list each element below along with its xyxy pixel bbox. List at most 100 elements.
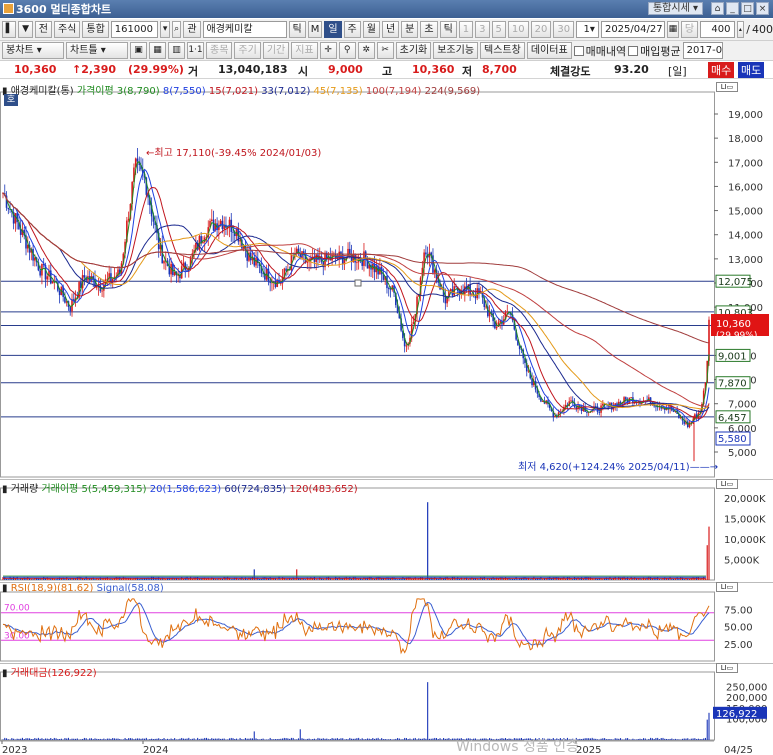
chart-type-label: 봉차트 xyxy=(6,45,34,56)
amount-legend-name[interactable]: 거래대금(126,922) xyxy=(11,668,97,679)
candle-body xyxy=(101,290,103,292)
grid-view-icon[interactable]: ▦ xyxy=(149,42,166,59)
main-legend: ▮ 애경케미칼(통) 가격이평 3(8,790) 8(7,550) 15(7,0… xyxy=(2,82,480,97)
layout-toggle-icon[interactable]: ▌ xyxy=(2,21,17,38)
link-icon[interactable]: ⌂ xyxy=(711,2,724,15)
code-search-icon[interactable]: ⌕ xyxy=(171,21,182,38)
single-view-icon[interactable]: ▣ xyxy=(130,42,147,59)
legend-ma33[interactable]: 33(7,012) xyxy=(261,86,310,97)
chart-area[interactable]: 19,000 18,000 17,000 16,000 15,000 14,000 13,0… xyxy=(0,80,773,755)
cycle-compare-button[interactable]: 주기 xyxy=(234,42,261,59)
period-M-button[interactable]: M xyxy=(307,21,323,38)
chart-frame-select[interactable]: 차트틀 ▾ xyxy=(66,42,128,59)
right-date-input[interactable]: 2017-01 xyxy=(682,42,723,59)
legend-vol-ma5[interactable]: 거래이평 5(5,459,315) xyxy=(41,484,146,495)
interval-1-button[interactable]: 1 xyxy=(458,21,474,38)
interval-select[interactable]: 1▾ xyxy=(576,21,599,38)
candle-body xyxy=(425,252,427,255)
interval-10-button[interactable]: 10 xyxy=(507,21,529,38)
count-spinner-icon[interactable]: ▴ xyxy=(736,21,745,38)
settings-icon[interactable]: ✲ xyxy=(357,42,375,59)
volume-legend-name: 거래량 xyxy=(10,484,39,495)
data-table-button[interactable]: 데이터표 xyxy=(526,42,572,59)
sell-button[interactable]: 매도 xyxy=(738,62,765,78)
text-window-button[interactable]: 텍스트창 xyxy=(480,42,525,59)
candle-body xyxy=(136,158,139,162)
period-day-button[interactable]: 일 xyxy=(324,21,342,38)
zoom-icon[interactable]: ⚲ xyxy=(338,42,356,59)
date-input[interactable]: 2025/04/27 xyxy=(600,21,665,38)
minimize-icon[interactable]: _ xyxy=(726,2,739,15)
amount-legend: ▮ 거래대금(126,922) xyxy=(2,664,97,679)
stock-name-field: 애경케미칼 xyxy=(202,21,287,38)
candle-body xyxy=(506,311,509,313)
legend-ma45[interactable]: 45(7,135) xyxy=(314,86,363,97)
period-year-button[interactable]: 년 xyxy=(381,21,400,38)
rsi-pane xyxy=(0,591,715,662)
legend-ma100[interactable]: 100(7,194) xyxy=(366,86,422,97)
count-total: 400 xyxy=(752,23,773,36)
legend-ma224[interactable]: 224(9,569) xyxy=(425,86,481,97)
period-tick2-button[interactable]: 틱 xyxy=(439,21,457,38)
legend-ma8[interactable]: 8(7,550) xyxy=(163,86,206,97)
restore-icon[interactable]: □ xyxy=(741,2,754,15)
low-annotation: 최저 4,620(+124.24% 2025/04/11)——→ xyxy=(518,461,718,473)
interval-30-button[interactable]: 30 xyxy=(553,21,575,38)
item-compare-button[interactable]: 종목 xyxy=(206,42,233,59)
interval-20-button[interactable]: 20 xyxy=(530,21,552,38)
calendar-icon[interactable]: ▦ xyxy=(666,21,679,38)
legend-vol-ma120[interactable]: 120(483,652) xyxy=(289,484,357,495)
avg-price-check[interactable]: 매입평균 xyxy=(628,43,681,59)
one-to-one-icon[interactable]: 1·1 xyxy=(187,42,204,59)
period-tick-button[interactable]: 틱 xyxy=(288,21,306,38)
range-compare-button[interactable]: 기간 xyxy=(262,42,290,59)
amount-pane-control-icon[interactable]: LI▭ xyxy=(716,663,738,673)
stock-name-button[interactable]: 관 xyxy=(183,21,201,38)
period-week-button[interactable]: 주 xyxy=(343,21,361,38)
aux-function-button[interactable]: 보조기능 xyxy=(433,42,479,59)
crosshair-icon[interactable]: ✛ xyxy=(319,42,337,59)
period-month-button[interactable]: 월 xyxy=(362,21,380,38)
period-minute-button[interactable]: 분 xyxy=(401,21,419,38)
legend-vol-ma20[interactable]: 20(1,586,623) xyxy=(150,484,221,495)
buy-button[interactable]: 매수 xyxy=(708,62,735,78)
interval-5-button[interactable]: 5 xyxy=(491,21,506,38)
high-label: 고 xyxy=(382,65,393,78)
dang-button[interactable]: 당 xyxy=(680,21,699,38)
interval-3-button[interactable]: 3 xyxy=(475,21,490,38)
market-select[interactable]: 전 xyxy=(34,21,52,38)
period-second-button[interactable]: 초 xyxy=(420,21,438,38)
candle-body xyxy=(58,290,61,296)
legend-rsi[interactable]: RSI(18,9)(81.62) xyxy=(11,583,94,594)
candle-body xyxy=(255,258,257,266)
trade-history-checkbox[interactable] xyxy=(573,45,584,56)
mode-select[interactable]: 통합 xyxy=(82,21,109,38)
legend-vol-ma60[interactable]: 60(724,835) xyxy=(224,484,286,495)
chart-canvas[interactable]: 19,000 18,000 17,000 16,000 15,000 14,000 13,0… xyxy=(0,80,773,755)
main-pane-control-icon[interactable]: LI▭ xyxy=(716,82,738,92)
code-input[interactable]: 161000 xyxy=(110,21,159,38)
avg-price-checkbox[interactable] xyxy=(628,45,639,56)
high-annotation: ←최고 17,110(-39.45% 2024/01/03) xyxy=(146,147,321,159)
bar-view-icon[interactable]: ▥ xyxy=(168,42,185,59)
trade-history-check[interactable]: 매매내역 xyxy=(573,43,626,59)
sise-combo[interactable]: 통합시세 ▾ xyxy=(647,2,703,15)
legend-ma3[interactable]: 가격이평 3(8,790) xyxy=(77,86,160,97)
reset-button[interactable]: 초기화 xyxy=(395,42,432,59)
legend-ma15[interactable]: 15(7,021) xyxy=(209,86,258,97)
quote-tag[interactable]: 호 xyxy=(4,94,18,106)
indicator-compare-button[interactable]: 지표 xyxy=(291,42,318,59)
rsi-pane-control-icon[interactable]: LI▭ xyxy=(716,582,738,592)
open-value: 9,000 xyxy=(328,63,363,76)
chart-type-select[interactable]: 봉차트 ▾ xyxy=(2,42,64,59)
legend-signal[interactable]: Signal(58.08) xyxy=(97,583,164,594)
price-info-row: 10,360 ↑2,390 (29.99%) 거 13,040,183 시 9,… xyxy=(0,61,773,79)
code-dropdown-icon[interactable]: ▾ xyxy=(160,21,170,38)
count-input[interactable]: 400 xyxy=(700,21,735,38)
type-select[interactable]: 주식 xyxy=(53,21,81,38)
candle-body xyxy=(163,260,165,264)
close-icon[interactable]: × xyxy=(756,2,769,15)
volume-pane-control-icon[interactable]: LI▭ xyxy=(716,479,738,489)
pin-icon[interactable]: ▼ xyxy=(18,21,33,38)
tools-icon[interactable]: ✂ xyxy=(376,42,394,59)
